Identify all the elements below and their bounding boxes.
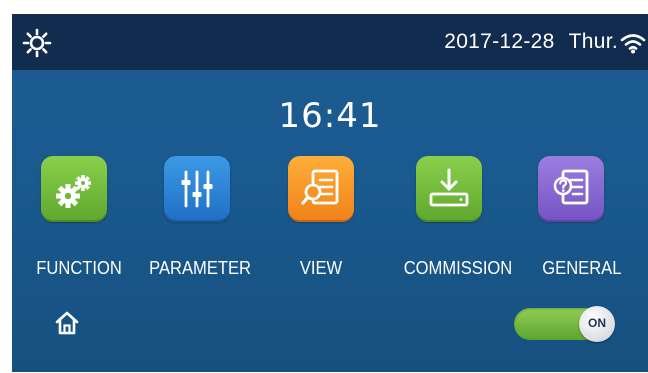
document-help-icon [553,169,589,205]
parameter-button[interactable] [164,156,230,222]
parameter-label: PARAMETER [149,258,251,278]
sun-icon[interactable] [22,28,52,58]
function-button[interactable] [41,156,107,222]
date-text: 2017-12-28 [444,30,555,53]
view-button[interactable] [288,156,354,222]
commission-button[interactable] [416,156,482,222]
screen: 2017-12-28 Thur. 16:41 FUNCTION PARAMETE… [12,14,648,372]
status-bar: 2017-12-28 Thur. [12,14,648,70]
home-icon[interactable] [54,310,80,336]
date-time: 2017-12-28 Thur. [444,30,618,54]
commission-label: COMMISSION [403,258,513,278]
power-toggle-label: ON [588,316,606,330]
general-label: GENERAL [542,258,622,278]
gears-icon [56,175,91,208]
general-button[interactable] [538,156,604,222]
document-search-icon [301,169,339,205]
download-icon [429,168,469,207]
weekday-text: Thur. [568,30,618,53]
view-label: VIEW [299,258,343,278]
sliders-icon [181,170,213,208]
clock-time: 16:41 [278,96,382,136]
wifi-icon [620,34,646,54]
power-toggle[interactable]: ON [514,306,615,342]
power-toggle-knob: ON [579,306,615,342]
function-label: FUNCTION [36,258,122,278]
